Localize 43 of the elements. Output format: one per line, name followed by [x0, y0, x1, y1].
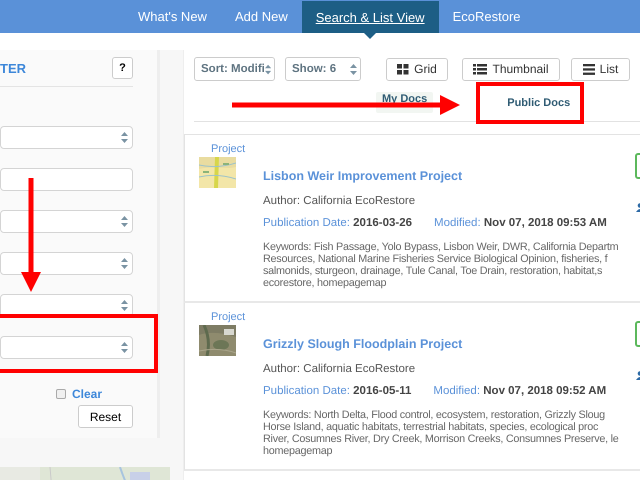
view-button[interactable]: List [571, 58, 630, 80]
view-button[interactable]: Grid [386, 58, 448, 80]
author-text: Author: California EcoRestore [263, 363, 416, 375]
help-button[interactable]: ? [112, 57, 133, 79]
show-select[interactable]: Show: 6 [285, 57, 361, 81]
author-text: Author: California EcoRestore [263, 195, 416, 207]
updown-icon [264, 64, 271, 74]
checkbox[interactable] [56, 389, 66, 399]
publication-date: Publication Date: 2016-03-26 [263, 217, 412, 229]
keywords-text: Horse Island, aquatic habitats, terrestrial habitats, species, ecological proc [263, 421, 600, 433]
view-button[interactable]: Thumbnail [462, 58, 560, 80]
input-field[interactable] [0, 168, 133, 191]
clear-link[interactable]: Clear [72, 387, 102, 401]
publication-date: Publication Date: 2016-05-11 [263, 385, 412, 397]
updown-icon [121, 342, 128, 353]
list-icon [473, 64, 488, 74]
keywords-text: Keywords: Fish Passage, Yolo Bypass, Lisbon Weir, DWR, California Departm [263, 241, 620, 253]
keywords-text: River, Cosumnes River, Dry Creek, Morrison Creeks, Consumnes Preserve, le [263, 433, 620, 445]
sort-select[interactable]: Sort: Modifi [194, 57, 275, 81]
select-field[interactable] [0, 252, 133, 275]
grid-icon [397, 64, 410, 74]
select-field[interactable] [0, 210, 133, 233]
updown-icon [121, 216, 128, 227]
keywords-text: homepagemap [263, 445, 334, 457]
updown-icon [121, 300, 128, 311]
select-field[interactable] [0, 126, 133, 149]
updown-icon [121, 258, 128, 269]
modified-date: Modified: Nov 07, 2018 09:53 AM [434, 217, 607, 229]
select-field[interactable] [0, 336, 133, 359]
reset-button[interactable]: Reset [78, 405, 133, 428]
type-label: Project [211, 311, 246, 323]
keywords-text: Keywords: North Delta, Flood control, ecosystem, restoration, Grizzly Sloug [263, 409, 606, 421]
docs-tab[interactable]: Public Docs [501, 92, 576, 112]
keywords-text: salmonids, sturgeon, drainage, Tule Canal, Toe Drain, restoration, habitat,s [263, 265, 604, 277]
keywords-text: Resources, National Marine Fisheries Service Biological Opinion, fisheries, f [263, 253, 609, 265]
menu-icon [582, 64, 595, 74]
modified-date: Modified: Nov 07, 2018 09:52 AM [433, 385, 606, 397]
keywords-text: ecorestore, homepagemap [263, 277, 388, 289]
updown-icon [350, 64, 357, 74]
updown-icon [121, 132, 128, 143]
type-label: Project [211, 143, 246, 155]
nav-tab[interactable]: Search & List View [302, 1, 439, 33]
panel-title: TER [0, 60, 26, 76]
